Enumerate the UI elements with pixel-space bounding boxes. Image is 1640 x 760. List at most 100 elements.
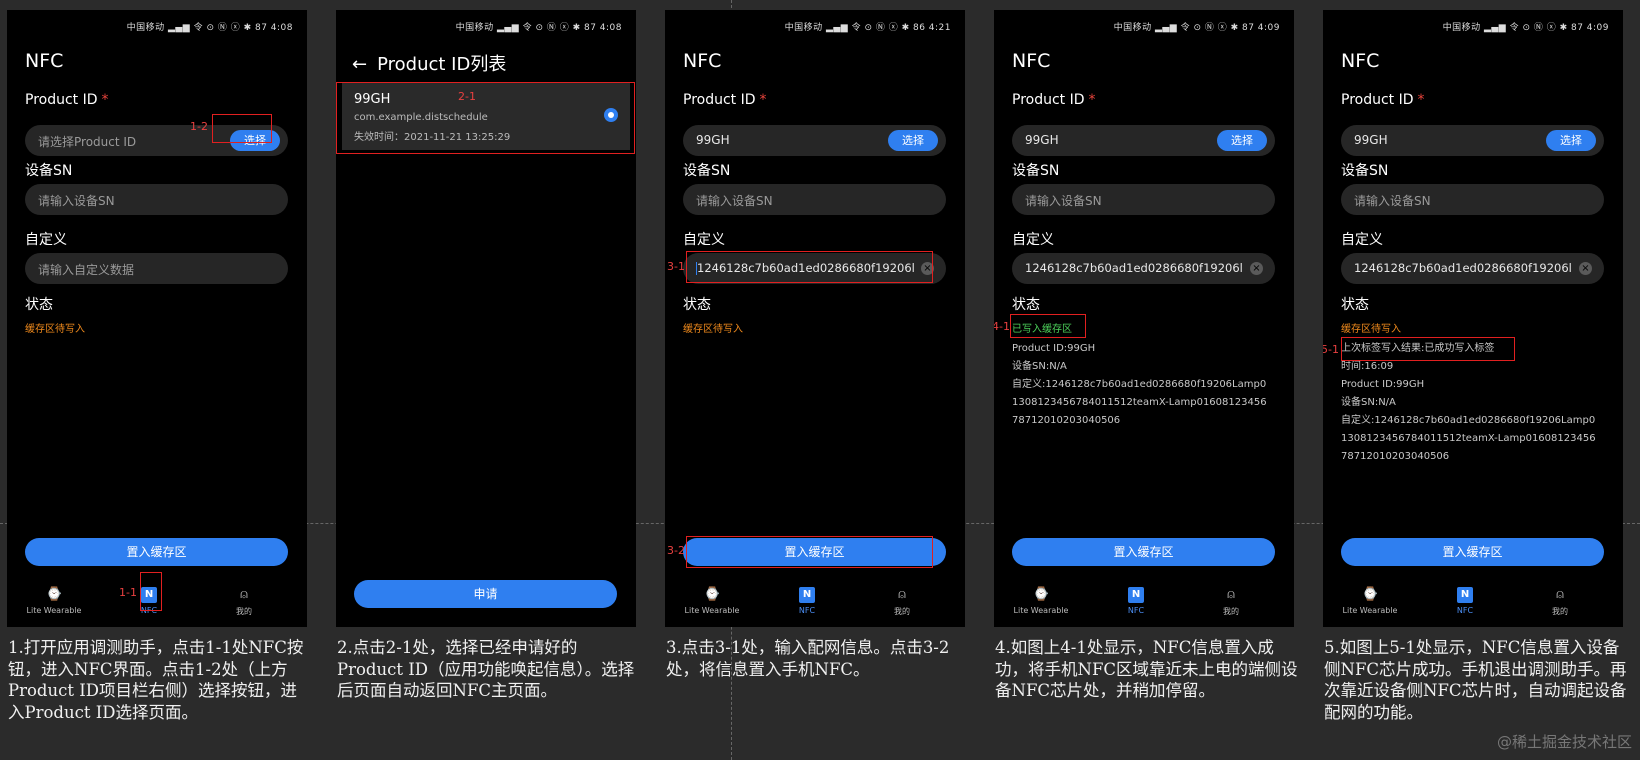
custom-label: 自定义 [25,232,67,248]
highlight-4-1 [1010,314,1086,338]
tab-mine[interactable]: ⍝ 我的 [1191,587,1271,617]
custom-input[interactable]: 请输入自定义数据 [25,253,288,284]
clear-icon[interactable]: × [1579,262,1592,275]
sn-label: 设备SN [683,163,731,179]
watch-icon: ⌚ [1362,587,1379,602]
tab-lite-wearable[interactable]: ⌚ Lite Wearable [1001,587,1081,615]
tab-lite-wearable[interactable]: ⌚ Lite Wearable [14,587,94,615]
custom-label: 自定义 [1012,232,1054,248]
product-id-value: 99GH [1025,133,1059,147]
tab-lite-wearable[interactable]: ⌚ Lite Wearable [1330,587,1410,615]
page-title: ← Product ID列表 [352,54,507,75]
highlight-1-1 [140,572,162,611]
clear-icon[interactable]: × [1250,262,1263,275]
sn-info: 设备SN:N/A [1012,361,1067,372]
product-id-label: Product ID * [25,92,109,108]
page-title: NFC [1341,50,1380,72]
custom-placeholder: 请输入自定义数据 [38,263,135,277]
status-label: 状态 [1341,297,1369,313]
status-bar: 中国移动 ▂▄▆ 令 ⊙ Ⓝ ⓧ ✱ 87 4:08 [455,23,622,33]
tab-nfc[interactable]: N NFC [1425,587,1505,615]
marker-3-1: 3-1 [667,260,685,273]
tab-nfc[interactable]: N NFC [767,587,847,615]
custom-value: 1246128c7b60ad1ed0286680f19206l [1354,261,1572,275]
screen-2: 中国移动 ▂▄▆ 令 ⊙ Ⓝ ⓧ ✱ 87 4:08 ← Product ID列表… [336,10,636,627]
user-icon: ⍝ [1556,587,1564,602]
caption-5: 5.如图上5-1处显示，NFC信息置入设备侧NFC芯片成功。手机退出调测助手。再… [1324,638,1627,722]
pid-info: Product ID:99GH [1341,379,1425,390]
sn-info: 设备SN:N/A [1341,397,1396,408]
sn-input[interactable]: 请输入设备SN [1341,184,1604,215]
nfc-icon: N [1457,587,1473,603]
product-id-field[interactable]: 99GH 选择 [1341,125,1604,156]
status-bar: 中国移动 ▂▄▆ 令 ⊙ Ⓝ ⓧ ✱ 87 4:09 [1442,23,1609,33]
sn-input[interactable]: 请输入设备SN [25,184,288,215]
pid-info: Product ID:99GH [1012,343,1096,354]
sn-placeholder: 请输入设备SN [696,194,773,208]
product-id-field[interactable]: 99GH 选择 [1012,125,1275,156]
watch-icon: ⌚ [704,587,721,602]
user-icon: ⍝ [898,587,906,602]
caption-3: 3.点击3-1处，输入配网信息。点击3-2处，将信息置入手机NFC。 [666,638,950,679]
marker-3-2: 3-2 [667,544,685,557]
page-title: NFC [25,50,64,72]
watch-icon: ⌚ [1033,587,1050,602]
user-icon: ⍝ [1227,587,1235,602]
marker-5-1: 5-1 [1323,343,1339,356]
select-button[interactable]: 选择 [888,130,938,151]
watch-icon: ⌚ [46,587,63,602]
put-cache-button[interactable]: 置入缓存区 [1341,538,1604,566]
put-cache-button[interactable]: 置入缓存区 [1012,538,1275,566]
product-id-label: Product ID * [1012,92,1096,108]
tab-bar: ⌚ Lite Wearable N NFC ⍝ 我的 [994,587,1294,627]
apply-button[interactable]: 申请 [354,580,617,608]
custom-info: 自定义:1246128c7b60ad1ed0286680f19206Lamp01… [1341,415,1596,462]
select-button[interactable]: 选择 [1546,130,1596,151]
product-id-value: 99GH [1354,133,1388,147]
sn-input[interactable]: 请输入设备SN [683,184,946,215]
highlight-3-2 [686,536,933,568]
status-text: 缓存区待写入 [25,324,85,335]
watermark: @稀土掘金技术社区 [1496,733,1632,751]
screen-4: 中国移动 ▂▄▆ 令 ⊙ Ⓝ ⓧ ✱ 87 4:09 NFC Product I… [994,10,1294,627]
status-label: 状态 [1012,297,1040,313]
page-title: NFC [683,50,722,72]
highlight-3-1 [686,251,933,283]
product-id-placeholder: 请选择Product ID [38,135,137,149]
sn-placeholder: 请输入设备SN [38,194,115,208]
product-id-label: Product ID * [683,92,767,108]
custom-label: 自定义 [1341,232,1383,248]
sn-input[interactable]: 请输入设备SN [1012,184,1275,215]
tab-mine[interactable]: ⍝ 我的 [204,587,284,617]
highlight-2-1 [336,82,635,154]
tab-mine[interactable]: ⍝ 我的 [862,587,942,617]
custom-input[interactable]: 1246128c7b60ad1ed0286680f19206l × [1012,253,1275,284]
select-button[interactable]: 选择 [1217,130,1267,151]
custom-info: 自定义:1246128c7b60ad1ed0286680f19206Lamp01… [1012,379,1267,426]
custom-input[interactable]: 1246128c7b60ad1ed0286680f19206l × [1341,253,1604,284]
status-label: 状态 [683,297,711,313]
user-icon: ⍝ [240,587,248,602]
screen-3: 中国移动 ▂▄▆ 令 ⊙ Ⓝ ⓧ ✱ 86 4:21 NFC Product I… [665,10,965,627]
marker-4-1: 4-1 [994,320,1010,333]
caption-4: 4.如图上4-1处显示，NFC信息置入成功，将手机NFC区域靠近未上电的端侧设备… [995,638,1298,700]
tab-bar: ⌚ Lite Wearable N NFC ⍝ 我的 [665,587,965,627]
screen-1: 中国移动 ▂▄▆ 令 ⊙ Ⓝ ⓧ ✱ 87 4:08 NFC Product I… [7,10,307,627]
back-icon[interactable]: ← [352,54,367,75]
highlight-5-1 [1341,337,1515,361]
status-bar: 中国移动 ▂▄▆ 令 ⊙ Ⓝ ⓧ ✱ 87 4:09 [1113,23,1280,33]
highlight-1-2 [212,114,272,143]
marker-2-1: 2-1 [458,90,476,103]
status-text: 缓存区待写入 [1341,324,1401,335]
tab-nfc[interactable]: N NFC [1096,587,1176,615]
tab-mine[interactable]: ⍝ 我的 [1520,587,1600,617]
put-cache-button[interactable]: 置入缓存区 [25,538,288,566]
nfc-icon: N [1128,587,1144,603]
status-bar: 中国移动 ▂▄▆ 令 ⊙ Ⓝ ⓧ ✱ 86 4:21 [784,23,951,33]
sn-placeholder: 请输入设备SN [1354,194,1431,208]
product-id-field[interactable]: 99GH 选择 [683,125,946,156]
product-id-label: Product ID * [1341,92,1425,108]
page-title: NFC [1012,50,1051,72]
tab-lite-wearable[interactable]: ⌚ Lite Wearable [672,587,752,615]
custom-label: 自定义 [683,232,725,248]
